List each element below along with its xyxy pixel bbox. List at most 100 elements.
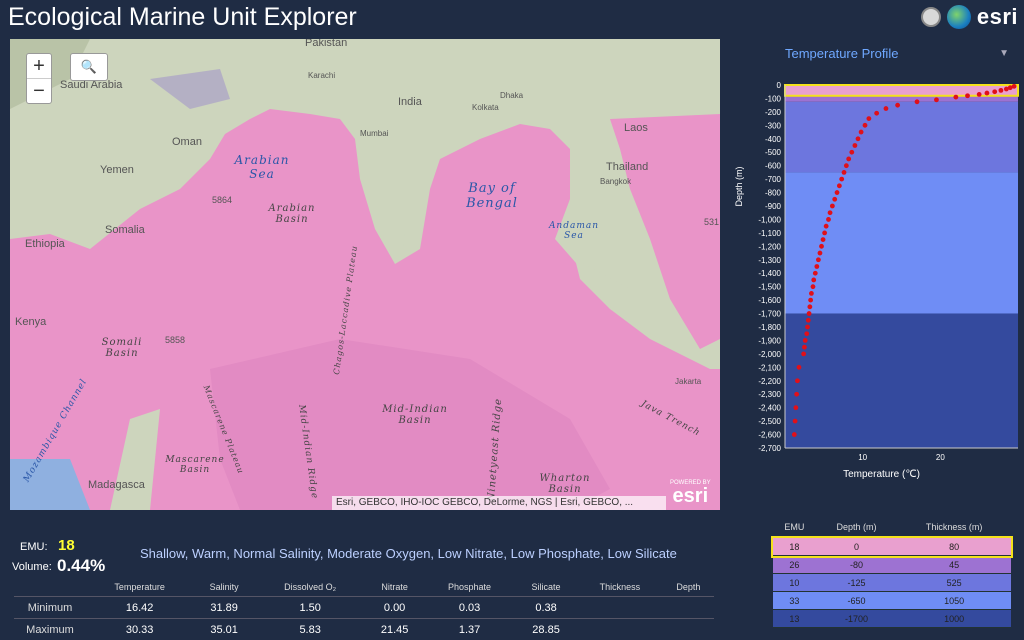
temperature-profile-chart: 0 -100 -200 -300 -400 -500 -600 -700 -800 -900 -1,… [734,81,1019,480]
data-point [826,217,831,222]
table-cell [662,618,714,640]
volume-label: Volume: [12,561,52,573]
map-label: Laos [624,122,648,134]
emu-table-cell: 525 [897,573,1011,592]
data-point [1003,86,1009,92]
emu-table-cell: 1000 [897,609,1011,628]
data-point [804,331,810,337]
map-view[interactable]: + − 🔍 Pakistan Saudi Arabia Oman Yemen E… [10,39,720,510]
table-cell [576,596,663,619]
map-label: Karachi [308,71,336,80]
zoom-in-button[interactable]: + [27,54,51,79]
data-point [934,97,939,103]
data-point [796,364,802,370]
emu-table-row[interactable]: 18 0 80 [771,536,1013,558]
data-point [998,87,1004,93]
y-tick-label: 0 [777,81,782,90]
map-label: Yemen [100,164,134,176]
globe-icon [946,5,971,29]
table-cell: 31.89 [193,596,255,619]
data-point [810,284,816,290]
data-point [832,196,838,202]
seal-icon [920,7,941,27]
y-tick-label: -1,500 [758,283,781,292]
y-tick-label: -500 [765,148,782,157]
y-tick-label: -1,200 [758,242,781,251]
profile-selector-value: Temperature Profile [785,46,899,61]
x-axis-label: Temperature (℃) [843,469,920,480]
data-point [862,122,868,128]
stats-header: Silicate [531,582,561,592]
table-cell: 5.83 [254,618,366,640]
row-label: Maximum [14,618,86,640]
data-point [843,163,849,169]
powered-by-brand: esri [672,485,709,507]
x-tick-label: 20 [936,453,945,462]
map-label: Mumbai [360,129,389,138]
map-label: Arabian Sea [234,153,290,181]
data-point [808,297,814,303]
table-cell: 1.37 [423,618,516,640]
map-label: Somalia [105,224,145,236]
table-cell: 0.00 [365,596,424,619]
data-point [811,277,817,283]
data-point [855,136,861,142]
powered-by-logo[interactable]: POWERED BY esri [670,480,711,506]
data-point [822,230,828,236]
stats-header: Phosphate [448,582,492,592]
profile-selector[interactable]: Temperature Profile ▼ [785,46,1015,61]
y-tick-label: -2,000 [758,350,781,359]
zoom-out-button[interactable]: − [27,79,51,103]
y-tick-label: -2,500 [758,417,781,426]
map-basemap [10,39,720,510]
data-point [992,89,998,95]
emu-table-row[interactable]: 33 -650 1050 [773,591,1011,610]
emu-table-row[interactable]: 26 -80 45 [773,555,1011,574]
y-tick-label: -400 [765,135,782,144]
logo-area: esri [920,4,1018,30]
stats-header: Salinity [209,582,239,592]
data-point [823,223,829,229]
y-tick-label: -100 [765,94,782,103]
map-label: Jakarta [675,377,702,386]
emu-table-header: Thickness (m) [925,522,983,532]
y-tick-label: -900 [765,202,782,211]
y-axis-label: Depth (m) [734,166,744,206]
data-point [834,190,840,195]
data-point [874,110,880,116]
y-tick-label: -1,300 [758,256,781,265]
emu-table-header: EMU [784,522,805,532]
search-button[interactable]: 🔍 [70,53,108,81]
data-point [976,92,982,97]
data-point [820,237,826,243]
map-label: Andaman Sea [548,221,600,241]
emu-table-cell: 18 [773,538,816,556]
table-cell: 30.33 [86,618,194,640]
data-point [795,378,800,384]
y-tick-label: -1,000 [758,215,781,224]
map-label: Kenya [15,316,47,328]
map-label: 5864 [212,195,233,205]
emu-table-row[interactable]: 13 -1700 1000 [773,609,1011,628]
stats-header [14,578,86,597]
emu-table-cell: -1700 [815,609,898,628]
data-point [802,338,808,343]
map-attribution[interactable]: Esri, GEBCO, IHO-IOC GEBCO, DeLorme, NGS… [332,496,666,510]
esri-logo: esri [976,4,1018,29]
map-label: Mid-Indian Basin [382,404,448,426]
data-point [809,290,814,296]
data-point [793,405,799,411]
zoom-control: + − [26,53,52,104]
stats-header: Nitrate [381,582,408,592]
emu-layer-table: EMU Depth (m) Thickness (m) 18 0 80 26 -80 45… [771,516,1013,628]
emu-table-row[interactable]: 10 -125 525 [773,573,1011,592]
data-point [883,106,889,111]
map-label: India [398,96,422,108]
data-point [852,143,858,148]
data-point [841,169,847,175]
data-point [849,149,855,155]
data-point [805,317,811,323]
y-tick-label: -300 [765,121,782,130]
y-tick-label: -2,400 [758,404,781,413]
y-tick-label: -2,300 [758,390,781,399]
